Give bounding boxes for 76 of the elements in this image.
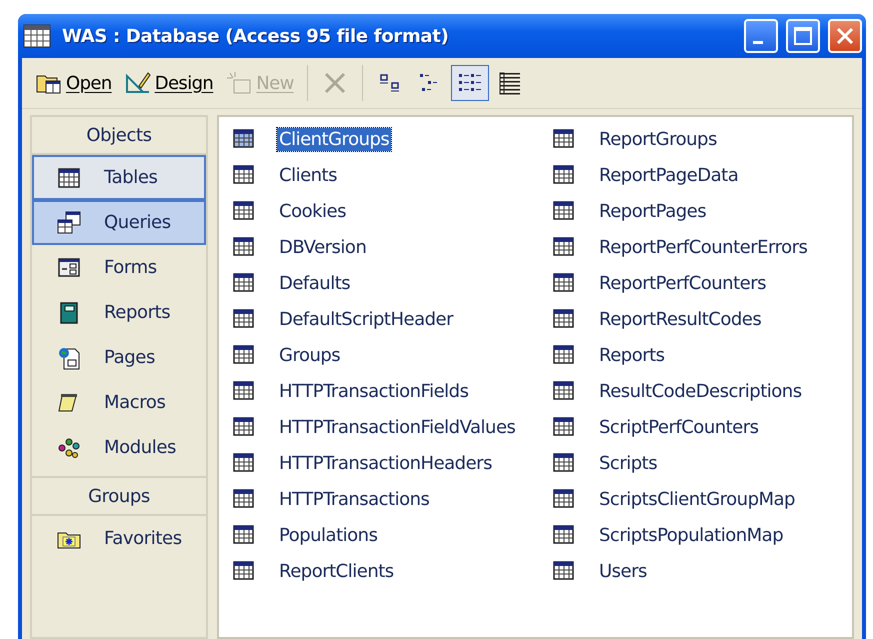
table-name[interactable]: ClientGroups (277, 128, 392, 150)
ruler-triangle-icon (124, 70, 152, 96)
object-type-item[interactable]: Tables (32, 155, 206, 200)
group-item[interactable]: Favorites (32, 516, 206, 561)
table-icon (233, 525, 255, 545)
object-type-item[interactable]: Queries (32, 200, 206, 245)
table-icon (553, 417, 575, 437)
table-icon (233, 201, 255, 221)
table-name[interactable]: ScriptsPopulationMap (597, 524, 786, 546)
table-icon (233, 561, 255, 581)
groups-header-label: Groups (88, 486, 150, 506)
list-button[interactable] (450, 65, 489, 101)
table-name[interactable]: HTTPTransactionFieldValues (277, 416, 518, 438)
groups-header[interactable]: Groups (32, 478, 206, 516)
table-name[interactable]: DefaultScriptHeader (277, 308, 456, 330)
table-icon (553, 561, 575, 581)
table-name[interactable]: HTTPTransactions (277, 488, 432, 510)
table-name[interactable]: ScriptPerfCounters (597, 416, 761, 438)
design-button[interactable]: Design (118, 65, 218, 101)
table-icon (233, 489, 255, 509)
table-icon (553, 525, 575, 545)
objects-header-label: Objects (86, 124, 152, 146)
object-type-item[interactable]: Macros (32, 380, 206, 425)
query-icon (56, 210, 82, 236)
close-button[interactable] (828, 19, 862, 53)
object-type-item[interactable]: Reports (32, 290, 206, 335)
table-icon (233, 237, 255, 257)
table-name[interactable]: DBVersion (277, 236, 368, 258)
table-icon (233, 309, 255, 329)
table-icon (553, 453, 575, 473)
table-name[interactable]: HTTPTransactionFields (277, 380, 470, 402)
table-icon (553, 345, 575, 365)
table-name[interactable]: ResultCodeDescriptions (597, 380, 804, 402)
table-icon (553, 201, 575, 221)
table-name[interactable]: Clients (277, 164, 339, 186)
table-icon (553, 273, 575, 293)
table-name[interactable]: Reports (597, 344, 667, 366)
table-name[interactable]: ReportPerfCounters (597, 272, 768, 294)
table-icon (553, 129, 575, 149)
table-icon (553, 165, 575, 185)
table-icon (233, 381, 255, 401)
table-icon (553, 489, 575, 509)
table-name[interactable]: Users (597, 560, 649, 582)
table-icon (553, 381, 575, 401)
table-name[interactable]: HTTPTransactionHeaders (277, 452, 494, 474)
table-name[interactable]: Populations (277, 524, 380, 546)
table-name[interactable]: Cookies (277, 200, 348, 222)
table-name[interactable]: ReportPageData (597, 164, 740, 186)
object-type-item[interactable]: Pages (32, 335, 206, 380)
table-name[interactable]: ReportPerfCounterErrors (597, 236, 810, 258)
table-icon (233, 345, 255, 365)
table-name[interactable]: ReportClients (277, 560, 396, 582)
open-button[interactable]: Open (30, 65, 117, 101)
table-name[interactable]: Groups (277, 344, 342, 366)
table-icon (233, 273, 255, 293)
maximize-icon (793, 26, 813, 46)
table-icon (233, 417, 255, 437)
minimize-button[interactable] (744, 19, 778, 53)
new-table-icon (225, 70, 254, 96)
minimize-icon (753, 40, 763, 44)
table-icon (233, 165, 255, 185)
table-icon (553, 309, 575, 329)
maximize-button[interactable] (786, 19, 820, 53)
table-icon (553, 237, 575, 257)
window-title: WAS : Database (Access 95 file format) (62, 26, 450, 46)
table-name[interactable]: Scripts (597, 452, 660, 474)
table-name[interactable]: ReportGroups (597, 128, 719, 150)
table-icon (233, 453, 255, 473)
table-name[interactable]: ReportResultCodes (597, 308, 764, 330)
object-type-item[interactable]: Modules (32, 425, 206, 470)
table-name[interactable]: ScriptsClientGroupMap (597, 488, 797, 510)
close-icon (835, 26, 855, 46)
object-type-item[interactable]: Forms (32, 245, 206, 290)
table-icon (233, 129, 255, 149)
table-name[interactable]: ReportPages (597, 200, 708, 222)
table-name[interactable]: Defaults (277, 272, 352, 294)
